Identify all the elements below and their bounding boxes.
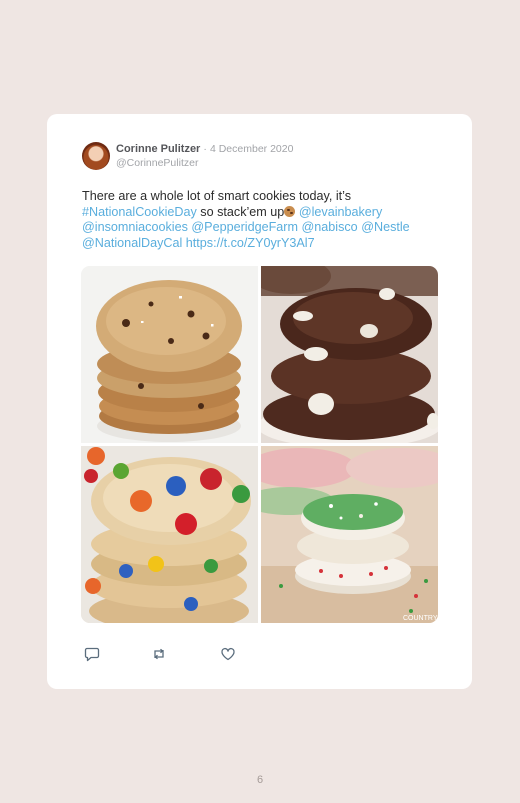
author-name[interactable]: Corinne Pulitzer: [116, 143, 200, 155]
url-link[interactable]: https://t.co/ZY0yrY3Al7: [186, 236, 315, 250]
tweet-text-part-1: There are a whole lot of smart cookies t…: [82, 189, 352, 203]
mention-link[interactable]: @insomniacookies: [82, 220, 188, 234]
tweet-text-part-2: so stack’em up: [196, 204, 285, 219]
tweet-card: Corinne Pulitzer · 4 December 2020 @Cori…: [47, 114, 472, 689]
mention-link[interactable]: @Nestle: [361, 220, 409, 234]
separator: ·: [203, 143, 207, 155]
author-handle[interactable]: @CorinnePulitzer: [116, 157, 198, 169]
retweet-icon[interactable]: [151, 646, 167, 662]
cookie-emoji-icon: [284, 205, 296, 217]
mention-link[interactable]: @levainbakery: [299, 205, 383, 219]
mm-cookie-stack-photo[interactable]: [81, 446, 258, 623]
avatar[interactable]: [82, 142, 110, 170]
mention-link[interactable]: @NationalDayCal: [82, 236, 182, 250]
double-chocolate-cookie-stack-photo[interactable]: [261, 266, 438, 443]
tweet-header: Corinne Pulitzer · 4 December 2020 @Cori…: [82, 142, 442, 172]
chocolate-chip-cookie-stack-photo[interactable]: [81, 266, 258, 443]
tweet-actions: [84, 646, 284, 662]
reply-icon[interactable]: [84, 646, 100, 662]
sprinkle-sugar-cookie-stack-photo[interactable]: COUNTRY: [261, 446, 438, 623]
hashtag-link[interactable]: #NationalCookieDay: [82, 205, 197, 219]
tweet-date[interactable]: 4 December 2020: [210, 143, 293, 155]
image-grid: COUNTRY: [81, 266, 438, 623]
page-number: 6: [256, 774, 264, 786]
heart-icon[interactable]: [220, 646, 236, 662]
mention-link[interactable]: @nabisco: [301, 220, 357, 234]
photo-watermark: COUNTRY: [403, 615, 438, 622]
name-row: Corinne Pulitzer · 4 December 2020: [116, 143, 293, 155]
tweet-text: There are a whole lot of smart cookies t…: [82, 189, 442, 251]
mention-link[interactable]: @PepperidgeFarm: [191, 220, 298, 234]
